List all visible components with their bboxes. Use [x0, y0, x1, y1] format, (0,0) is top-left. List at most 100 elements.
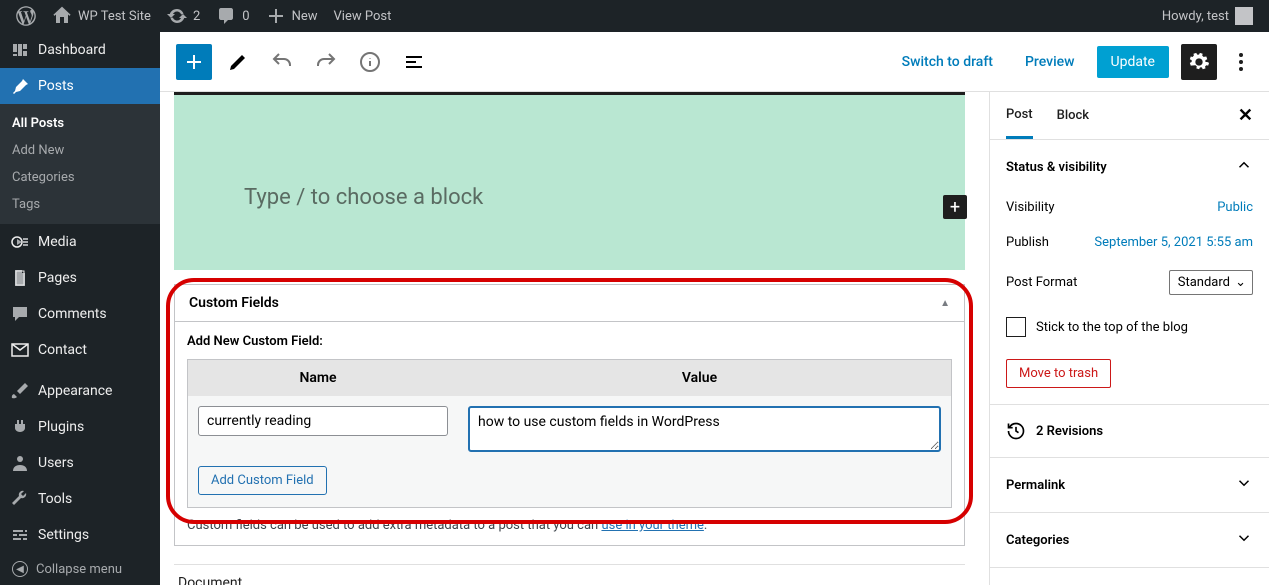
updates-count: 2 [193, 9, 200, 24]
plus-icon [266, 6, 286, 26]
format-label: Post Format [1006, 275, 1169, 290]
menu-contact[interactable]: Contact [0, 332, 160, 368]
admin-sidebar: Dashboard Posts All Posts Add New Catego… [0, 32, 160, 585]
menu-pages[interactable]: Pages [0, 260, 160, 296]
redo-button[interactable] [308, 44, 344, 80]
add-block-button[interactable] [176, 44, 212, 80]
editor: Switch to draft Preview Update Type / to… [160, 32, 1269, 585]
comments-link[interactable]: 0 [208, 0, 257, 32]
comment-icon [216, 6, 236, 26]
revisions-button[interactable]: 2 Revisions [990, 405, 1269, 457]
collapse-menu[interactable]: ◀Collapse menu [0, 553, 160, 585]
media-icon [10, 232, 30, 252]
comments-count: 0 [242, 9, 249, 24]
admin-bar: WP Test Site 2 0 New View Post Howdy, te… [0, 0, 1269, 32]
mail-icon [10, 340, 30, 360]
publish-value[interactable]: September 5, 2021 5:55 am [1094, 235, 1253, 250]
more-options-button[interactable] [1229, 53, 1253, 71]
settings-button[interactable] [1181, 44, 1217, 80]
cf-description: Custom fields can be used to add extra m… [187, 518, 952, 533]
menu-posts[interactable]: Posts [0, 68, 160, 104]
custom-fields-table: Name Value how to use custom fields in W… [187, 359, 952, 508]
switch-to-draft-link[interactable]: Switch to draft [892, 48, 1003, 76]
stick-checkbox[interactable] [1006, 317, 1026, 337]
add-custom-field-button[interactable]: Add Custom Field [198, 466, 327, 495]
chevron-up-icon: ▲ [940, 298, 950, 309]
new-label: New [292, 9, 318, 24]
new-link[interactable]: New [258, 0, 326, 32]
post-format-select[interactable]: Standard ⌄ [1169, 270, 1253, 295]
tab-block[interactable]: Block [1057, 94, 1089, 137]
visibility-label: Visibility [1006, 200, 1217, 215]
sliders-icon [10, 525, 30, 545]
updates-link[interactable]: 2 [159, 0, 208, 32]
chevron-up-icon [1235, 156, 1253, 178]
cf-name-input[interactable] [198, 406, 448, 436]
submenu-categories[interactable]: Categories [0, 164, 160, 191]
preview-link[interactable]: Preview [1015, 48, 1085, 76]
submenu-all-posts[interactable]: All Posts [0, 110, 160, 137]
user-icon [10, 453, 30, 473]
view-post-link[interactable]: View Post [326, 0, 400, 32]
chevron-down-icon: ⌄ [1235, 275, 1246, 290]
custom-fields-toggle[interactable]: Custom Fields ▲ [175, 285, 964, 322]
history-icon [1006, 421, 1026, 441]
menu-tools[interactable]: Tools [0, 481, 160, 517]
panel-status-toggle[interactable]: Status & visibility [990, 140, 1269, 194]
update-button[interactable]: Update [1097, 46, 1169, 78]
visibility-value[interactable]: Public [1217, 200, 1253, 215]
pin-icon [10, 76, 30, 96]
outline-button[interactable] [396, 44, 432, 80]
wp-logo[interactable] [8, 0, 44, 32]
comments-icon [10, 304, 30, 324]
add-new-cf-label: Add New Custom Field: [187, 334, 952, 349]
collapse-icon: ◀ [12, 561, 28, 577]
undo-button[interactable] [264, 44, 300, 80]
custom-fields-metabox: Custom Fields ▲ Add New Custom Field: Na… [174, 284, 965, 546]
site-name: WP Test Site [78, 9, 151, 24]
chevron-down-icon [1235, 474, 1253, 496]
menu-media[interactable]: Media [0, 224, 160, 260]
editor-toolbar: Switch to draft Preview Update [160, 32, 1269, 92]
submenu-add-new[interactable]: Add New [0, 137, 160, 164]
editor-canvas[interactable]: Type / to choose a block + [174, 92, 965, 270]
edit-mode-button[interactable] [220, 44, 256, 80]
submenu-tags[interactable]: Tags [0, 191, 160, 218]
custom-fields-title: Custom Fields [189, 295, 279, 311]
refresh-icon [167, 6, 187, 26]
inspector-sidebar: Post Block ✕ Status & visibility Visibil… [989, 92, 1269, 585]
tab-post[interactable]: Post [1006, 93, 1033, 139]
move-to-trash-button[interactable]: Move to trash [1006, 359, 1111, 388]
avatar [1235, 7, 1253, 25]
cf-theme-link[interactable]: use in your theme [601, 518, 703, 533]
stick-label: Stick to the top of the blog [1036, 320, 1188, 335]
publish-label: Publish [1006, 235, 1094, 250]
menu-dashboard[interactable]: Dashboard [0, 32, 160, 68]
site-link[interactable]: WP Test Site [44, 0, 159, 32]
panel-permalink-toggle[interactable]: Permalink [990, 458, 1269, 512]
menu-settings[interactable]: Settings [0, 517, 160, 553]
submenu-posts: All Posts Add New Categories Tags [0, 104, 160, 224]
editor-main: Type / to choose a block + Custom Fields… [160, 92, 989, 585]
howdy[interactable]: Howdy, test [1154, 0, 1261, 32]
menu-plugins[interactable]: Plugins [0, 409, 160, 445]
panel-categories-toggle[interactable]: Categories [990, 513, 1269, 567]
close-inspector-button[interactable]: ✕ [1238, 105, 1253, 126]
dashboard-icon [10, 40, 30, 60]
wrench-icon [10, 489, 30, 509]
menu-comments[interactable]: Comments [0, 296, 160, 332]
info-button[interactable] [352, 44, 388, 80]
document-footer-tab[interactable]: Document [174, 564, 965, 585]
block-placeholder[interactable]: Type / to choose a block [244, 185, 895, 210]
wordpress-icon [16, 6, 36, 26]
cf-value-input[interactable]: how to use custom fields in WordPress [468, 406, 941, 452]
brush-icon [10, 381, 30, 401]
chevron-down-icon [1235, 529, 1253, 551]
plug-icon [10, 417, 30, 437]
menu-users[interactable]: Users [0, 445, 160, 481]
insert-block-button[interactable]: + [943, 195, 967, 219]
menu-appearance[interactable]: Appearance [0, 373, 160, 409]
cf-th-value: Value [448, 360, 951, 396]
pages-icon [10, 268, 30, 288]
cf-th-name: Name [188, 360, 448, 396]
